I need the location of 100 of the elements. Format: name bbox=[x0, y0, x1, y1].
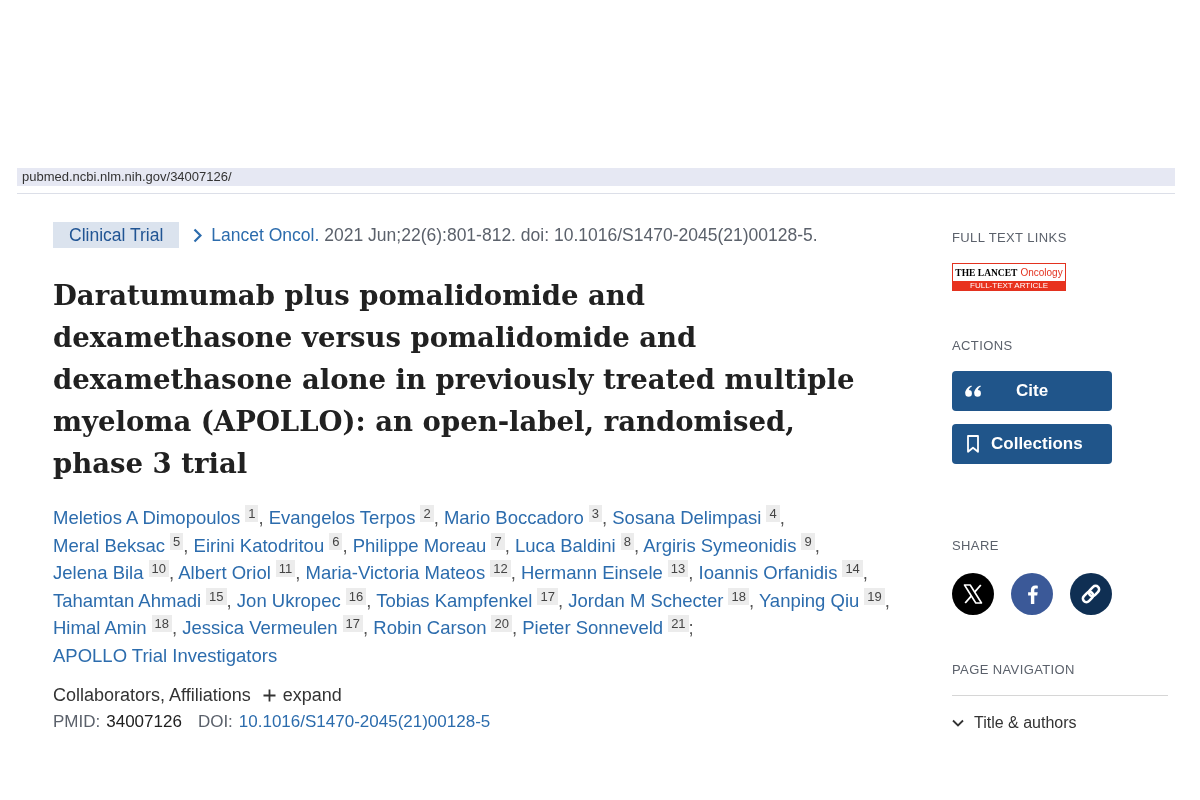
publication-type-tag: Clinical Trial bbox=[53, 222, 180, 248]
separator-text: , bbox=[366, 589, 372, 611]
author-name-link[interactable]: Sosana Delimpasi bbox=[612, 507, 762, 528]
separator-text: , bbox=[557, 589, 564, 611]
affiliation-link[interactable]: 14 bbox=[842, 560, 863, 577]
author-name-link[interactable]: Jessica Vermeulen bbox=[182, 617, 338, 638]
author-name-link[interactable]: Pieter Sonneveld bbox=[522, 617, 664, 638]
journal-link[interactable]: Lancet Oncol. bbox=[193, 224, 320, 246]
copy-link-button[interactable] bbox=[1070, 573, 1112, 615]
separator-text: , bbox=[779, 507, 785, 528]
separator-text: , bbox=[688, 562, 694, 583]
author-name-link[interactable]: Meral Beksac bbox=[53, 534, 166, 556]
author-name-link[interactable]: Eirini Katodritou bbox=[193, 534, 325, 556]
affiliation-link[interactable]: 18 bbox=[151, 615, 173, 632]
author-name-link[interactable]: Evangelos Terpos bbox=[268, 507, 416, 528]
author-name-link[interactable]: Philippe Moreau bbox=[352, 534, 487, 556]
separator-text: , bbox=[363, 617, 369, 638]
affiliation-link[interactable]: 15 bbox=[206, 587, 227, 605]
identifier-label: PMID: bbox=[53, 712, 101, 732]
chevron-right-icon bbox=[193, 227, 203, 243]
affiliation-link[interactable]: 20 bbox=[491, 615, 512, 632]
separator-text: , bbox=[814, 534, 820, 556]
affiliation-link[interactable]: 7 bbox=[491, 532, 505, 550]
share-on-facebook-button[interactable] bbox=[1011, 573, 1053, 615]
author-name-link[interactable]: Himal Amin bbox=[53, 617, 147, 638]
affiliation-link[interactable]: 2 bbox=[420, 505, 434, 522]
identifier-label: DOI: bbox=[197, 712, 233, 732]
separator-text: , bbox=[183, 534, 189, 556]
author-name-link[interactable]: Ioannis Orfanidis bbox=[698, 562, 838, 583]
affiliation-link[interactable]: 21 bbox=[668, 615, 689, 632]
separator-text: , bbox=[504, 534, 510, 556]
author-name-link[interactable]: Luca Baldini bbox=[514, 534, 616, 556]
quote-icon bbox=[965, 385, 982, 397]
separator-text: , bbox=[510, 562, 516, 583]
separator-text: , bbox=[295, 562, 301, 583]
author-name-link[interactable]: Albert Oriol bbox=[178, 562, 271, 583]
separator-text: , bbox=[862, 562, 868, 583]
chevron-icon bbox=[952, 719, 964, 727]
affiliation-link[interactable]: 13 bbox=[667, 560, 689, 577]
page-navigation-link[interactable]: Title & authors bbox=[952, 713, 1168, 733]
section-heading: FULL TEXT LINKS bbox=[952, 230, 1068, 246]
section-heading: PAGE NAVIGATION bbox=[952, 662, 1076, 678]
collective-author-link[interactable]: APOLLO Trial Investigators bbox=[53, 644, 278, 666]
citation-text: 2021 Jun;22(6):801-812. doi: 10.1016/S1470-2045(21)00128-5. bbox=[324, 224, 818, 246]
separator-text: , bbox=[602, 507, 608, 528]
affiliation-link[interactable]: 17 bbox=[342, 615, 364, 632]
author-name-link[interactable]: Tobias Kampfenkel bbox=[376, 589, 533, 611]
affiliation-link[interactable]: 8 bbox=[620, 532, 634, 550]
bookmark-icon bbox=[967, 435, 979, 453]
identifier-value: 34007126 bbox=[106, 712, 182, 732]
affiliation-link[interactable]: 12 bbox=[490, 560, 511, 577]
affiliation-link[interactable]: 10 bbox=[148, 560, 169, 577]
author-name-link[interactable]: Yanping Qiu bbox=[758, 589, 860, 611]
affiliation-link[interactable]: 3 bbox=[588, 505, 602, 522]
separator-text: , bbox=[433, 507, 439, 528]
author-name-link[interactable]: Argiris Symeonidis bbox=[643, 534, 797, 556]
affiliation-link[interactable]: 6 bbox=[329, 532, 343, 550]
expand-button[interactable]: expand bbox=[262, 683, 342, 707]
logo-brand-text: THE LANCET bbox=[955, 266, 1018, 279]
author-name-link[interactable]: Jordan M Schecter bbox=[568, 589, 724, 611]
author-name-link[interactable]: Robin Carson bbox=[373, 617, 487, 638]
full-text-link[interactable]: THE LANCET Oncology FULL-TEXT ARTICLE bbox=[952, 263, 1066, 291]
doi-link[interactable]: 10.1016/S1470-2045(21)00128-5 bbox=[238, 712, 491, 732]
address-field[interactable]: pubmed.ncbi.nlm.nih.gov/34007126/ bbox=[17, 168, 1175, 186]
logo-journal-text: Oncology bbox=[1020, 266, 1063, 279]
x-logo-icon bbox=[952, 573, 994, 615]
author-name-link[interactable]: Mario Boccadoro bbox=[443, 507, 584, 528]
affiliation-link[interactable]: 17 bbox=[537, 587, 558, 605]
author-name-link[interactable]: Tahamtan Ahmadi bbox=[53, 589, 202, 611]
author-name-link[interactable]: Jelena Bila bbox=[53, 562, 144, 583]
chain-link-icon bbox=[1070, 573, 1112, 615]
logo-caption-band: FULL-TEXT ARTICLE bbox=[953, 281, 1065, 290]
affiliation-link[interactable]: 9 bbox=[801, 532, 815, 550]
affiliation-link[interactable]: 19 bbox=[864, 587, 885, 605]
separator-text: , bbox=[748, 589, 755, 611]
separator-text: , bbox=[511, 617, 518, 638]
author-name-link[interactable]: Maria-Victoria Mateos bbox=[305, 562, 486, 583]
article-title: Daratumumab plus pomalidomide and dexamethasone versus pomalidomide and dexamethasone alone in previously treated multiple myeloma (APOLLO): an open-label, randomised, phase 3 trial bbox=[53, 278, 856, 481]
section-heading: ACTIONS bbox=[952, 338, 1014, 354]
share-on-x-button[interactable] bbox=[952, 573, 994, 615]
affiliation-link[interactable]: 1 bbox=[245, 505, 259, 522]
affiliation-link[interactable]: 16 bbox=[345, 587, 367, 605]
separator-text: , bbox=[342, 534, 348, 556]
affiliation-link[interactable]: 5 bbox=[170, 532, 184, 550]
author-name-link[interactable]: Hermann Einsele bbox=[520, 562, 663, 583]
separator-text: ; bbox=[688, 617, 694, 638]
separator-text: , bbox=[633, 534, 640, 556]
affiliation-link[interactable]: 4 bbox=[766, 505, 780, 522]
plus-icon bbox=[262, 688, 276, 702]
collections-button[interactable]: Collections bbox=[952, 424, 1112, 464]
author-name-link[interactable]: Jon Ukropec bbox=[236, 589, 341, 611]
affiliation-link[interactable]: 11 bbox=[275, 560, 296, 577]
separator-text: , bbox=[884, 589, 890, 611]
collaborators-label: Collaborators, Affiliations bbox=[53, 684, 251, 707]
separator-text: , bbox=[226, 589, 232, 611]
cite-button[interactable]: Cite bbox=[952, 371, 1112, 411]
affiliation-link[interactable]: 18 bbox=[728, 587, 749, 605]
letter-f-icon bbox=[1011, 573, 1053, 615]
author-name-link[interactable]: Meletios A Dimopoulos bbox=[53, 507, 241, 528]
separator-text: , bbox=[258, 507, 264, 528]
